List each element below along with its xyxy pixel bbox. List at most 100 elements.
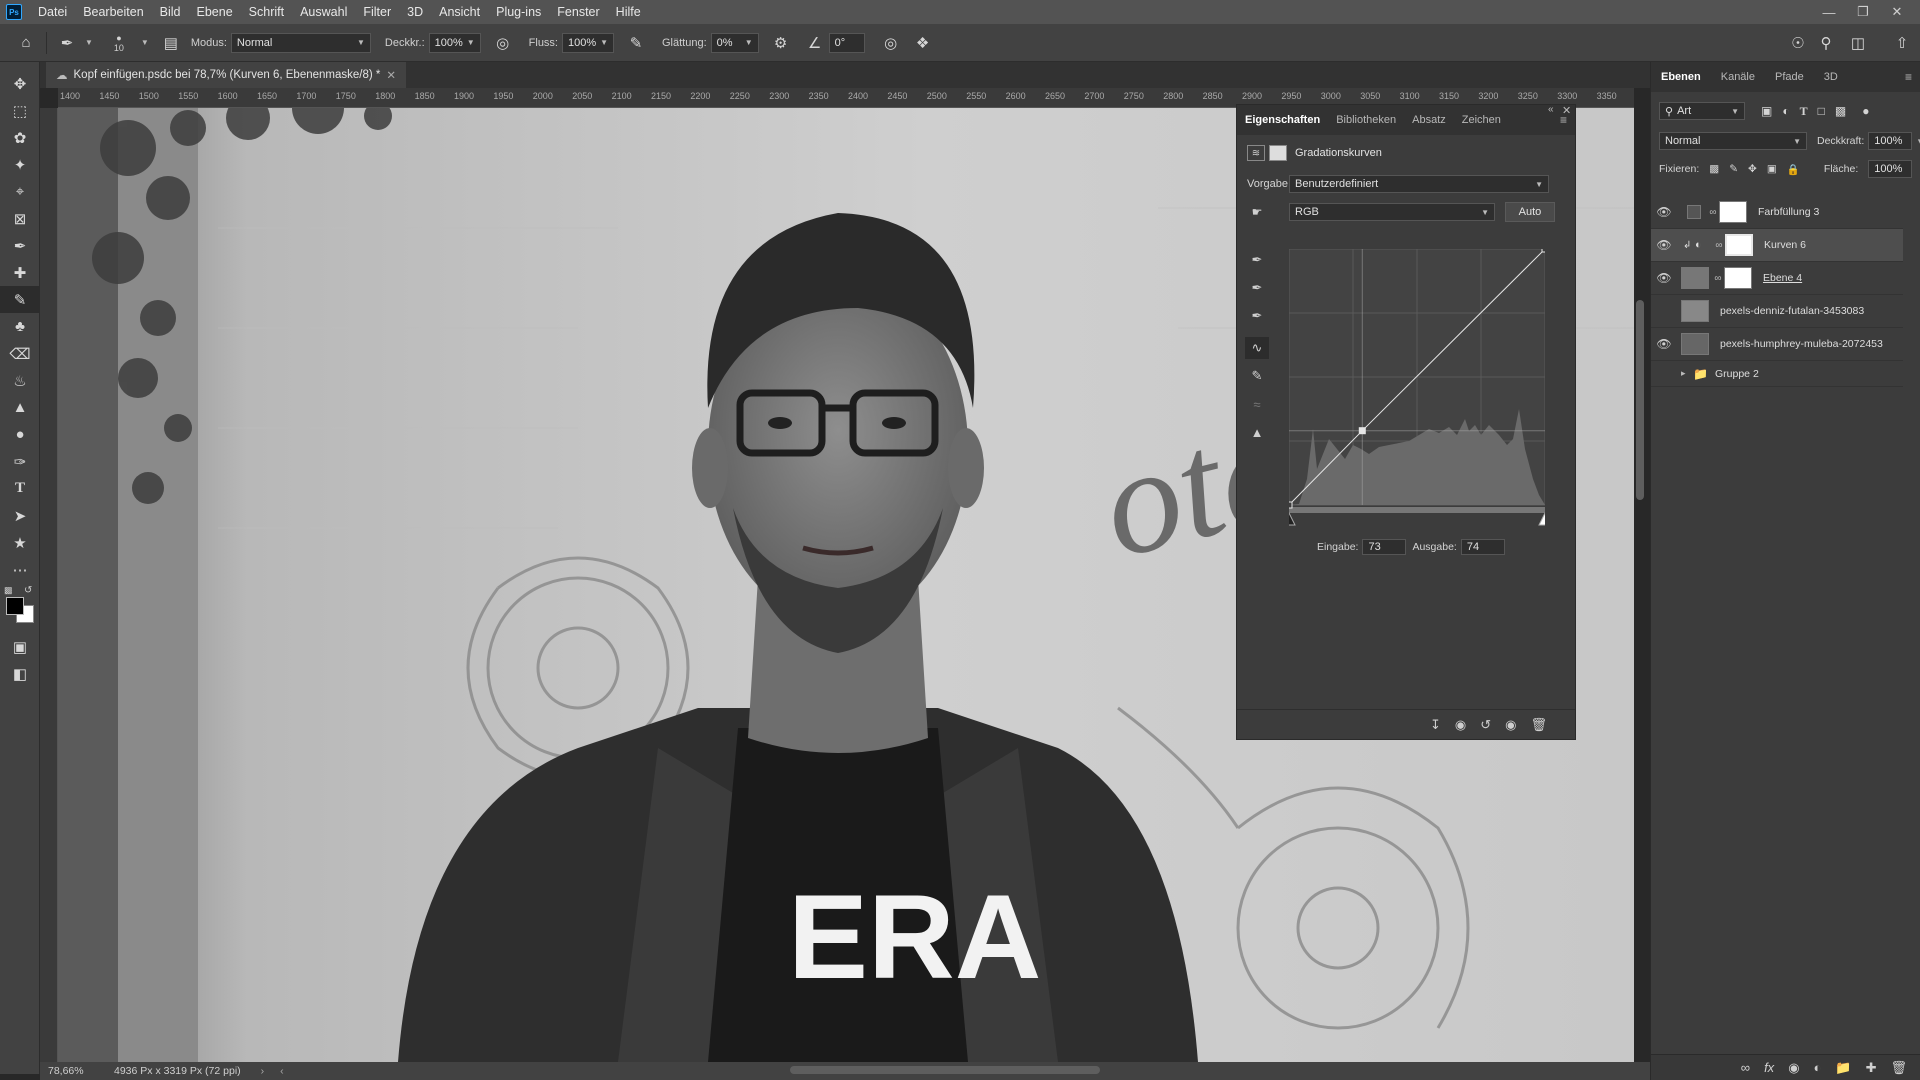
blend-mode-select[interactable]: Normal ▼ xyxy=(1659,132,1807,150)
pen-tool-icon[interactable]: ✑ xyxy=(0,448,40,475)
chevron-down-icon[interactable]: ▼ xyxy=(1916,137,1920,146)
glaettung-input[interactable]: 0% ▼ xyxy=(710,32,759,53)
auto-button[interactable]: Auto xyxy=(1505,202,1555,222)
eye-icon[interactable]: 👁 xyxy=(1651,271,1677,285)
airbrush-icon[interactable]: ✎ xyxy=(622,29,650,57)
panel-menu-icon[interactable]: ≡ xyxy=(1905,70,1912,84)
smoothing-gear-icon[interactable]: ⚙ xyxy=(767,29,795,57)
angle-input[interactable]: 0° xyxy=(828,32,865,53)
curve-point-tool-icon[interactable]: ∿ xyxy=(1245,337,1269,359)
deckkraft-input[interactable]: 100% ▼ xyxy=(428,32,481,53)
lock-all-icon[interactable]: 🔒 xyxy=(1787,163,1800,176)
modus-select[interactable]: Normal ▼ xyxy=(230,32,371,53)
layer-row[interactable]: 👁 pexels-denniz-futalan-3453083 xyxy=(1651,295,1903,328)
blur-tool-icon[interactable]: ▲ xyxy=(0,394,40,421)
menu-ebene[interactable]: Ebene xyxy=(189,0,241,24)
path-selection-tool-icon[interactable]: ➤ xyxy=(0,502,40,529)
document-tab[interactable]: ☁ Kopf einfügen.psdc bei 78,7% (Kurven 6… xyxy=(46,62,406,88)
more-tools-icon[interactable]: ⋯ xyxy=(0,556,40,583)
lasso-tool-icon[interactable]: ✿ xyxy=(0,124,40,151)
dodge-tool-icon[interactable]: ● xyxy=(0,421,40,448)
close-window-icon[interactable]: ✕ xyxy=(1880,0,1914,24)
menu-hilfe[interactable]: Hilfe xyxy=(608,0,649,24)
link-layers-icon[interactable]: ∞ xyxy=(1741,1060,1750,1075)
layer-opacity-input[interactable]: 100% xyxy=(1868,132,1913,150)
target-adjust-icon[interactable]: ☛ xyxy=(1245,201,1269,223)
filter-adjustment-icon[interactable]: ◐ xyxy=(1782,104,1789,118)
delete-icon[interactable]: 🗑 xyxy=(1530,717,1547,733)
vertical-scrollbar[interactable] xyxy=(1636,300,1644,500)
restore-icon[interactable]: ❐ xyxy=(1846,0,1880,24)
search-icon[interactable]: ⚲ xyxy=(1812,29,1840,57)
eye-icon[interactable]: 👁 xyxy=(1651,205,1677,219)
lock-transparency-icon[interactable]: ▩ xyxy=(1709,163,1719,175)
swap-colors-icon[interactable]: ↺ xyxy=(24,585,32,596)
workspace-icon[interactable]: ◫ xyxy=(1844,29,1872,57)
tab-kanaele[interactable]: Kanäle xyxy=(1711,71,1765,83)
learn-icon[interactable]: ☉ xyxy=(1784,29,1812,57)
link-icon[interactable]: ∞ xyxy=(1712,273,1724,284)
menu-bearbeiten[interactable]: Bearbeiten xyxy=(75,0,151,24)
foreground-color-swatch[interactable] xyxy=(6,597,24,615)
vorgabe-select[interactable]: Benutzerdefiniert ▼ xyxy=(1289,175,1549,193)
lock-position-icon[interactable]: ✥ xyxy=(1748,163,1757,175)
layer-row[interactable]: 👁 ▸ 📁 Gruppe 2 xyxy=(1651,361,1903,387)
layer-row[interactable]: 👁 pexels-humphrey-muleba-2072453 xyxy=(1651,328,1903,361)
fx-icon[interactable]: fx xyxy=(1764,1060,1774,1075)
chevron-down-icon[interactable]: ▼ xyxy=(141,38,149,47)
clipping-warning-icon[interactable]: ▲ xyxy=(1245,421,1269,443)
lock-artboard-icon[interactable]: ▣ xyxy=(1767,163,1777,175)
layer-row[interactable]: 👁 ∞ Farbfüllung 3 xyxy=(1651,196,1903,229)
tab-3d[interactable]: 3D xyxy=(1814,71,1848,83)
brush-settings-icon[interactable]: ▤ xyxy=(157,29,185,57)
channel-select[interactable]: RGB ▼ xyxy=(1289,203,1495,221)
marquee-tool-icon[interactable]: ⬚ xyxy=(0,97,40,124)
lock-pixels-icon[interactable]: ✎ xyxy=(1729,163,1738,175)
quick-mask-icon[interactable]: ▣ xyxy=(0,633,40,660)
white-point-slider[interactable] xyxy=(1538,511,1545,526)
stamp-tool-icon[interactable]: ♣ xyxy=(0,313,40,340)
crop-tool-icon[interactable]: ⌖ xyxy=(0,178,40,205)
move-tool-icon[interactable]: ✥ xyxy=(0,70,40,97)
delete-layer-icon[interactable]: 🗑 xyxy=(1890,1060,1907,1076)
default-colors-icon[interactable]: ▩ xyxy=(4,585,13,596)
filter-pixel-icon[interactable]: ▣ xyxy=(1761,104,1772,118)
tab-ebenen[interactable]: Ebenen xyxy=(1651,71,1711,83)
menu-schrift[interactable]: Schrift xyxy=(241,0,292,24)
layer-filter-select[interactable]: ⚲ Art ▼ xyxy=(1659,102,1745,120)
photoshop-logo-icon[interactable]: Ps xyxy=(6,4,22,20)
clip-to-layer-icon[interactable]: ↧ xyxy=(1430,717,1441,733)
menu-bild[interactable]: Bild xyxy=(152,0,189,24)
layer-mask-thumbnail[interactable] xyxy=(1725,234,1753,256)
horizontal-scrollbar[interactable] xyxy=(790,1066,1100,1074)
curve-point-midtone[interactable] xyxy=(1358,427,1366,435)
filter-toggle-icon[interactable]: ● xyxy=(1862,104,1869,118)
chevron-down-icon[interactable]: ▼ xyxy=(85,38,93,47)
tab-zeichen[interactable]: Zeichen xyxy=(1454,114,1509,126)
new-adjustment-icon[interactable]: ◐ xyxy=(1814,1060,1822,1075)
close-tab-icon[interactable]: ✕ xyxy=(386,68,396,82)
chevron-right-icon[interactable]: ▸ xyxy=(1681,368,1693,379)
menu-ansicht[interactable]: Ansicht xyxy=(431,0,488,24)
tab-pfade[interactable]: Pfade xyxy=(1765,71,1814,83)
chevron-right-icon[interactable]: › xyxy=(261,1065,265,1077)
curve-point-black[interactable] xyxy=(1289,501,1293,509)
curves-adjustment-icon[interactable]: ≋ xyxy=(1247,145,1265,161)
new-layer-icon[interactable]: ✚ xyxy=(1866,1060,1877,1076)
brush-tool-icon[interactable]: ✎ xyxy=(0,286,40,313)
new-group-icon[interactable]: 📁 xyxy=(1835,1060,1851,1076)
close-panel-icon[interactable]: ✕ xyxy=(1562,104,1571,117)
chevron-left-icon[interactable]: ‹ xyxy=(280,1065,284,1077)
pressure-opacity-icon[interactable]: ◎ xyxy=(489,29,517,57)
layer-row[interactable]: 👁 ∞ Ebene 4 xyxy=(1651,262,1903,295)
home-icon[interactable]: ⌂ xyxy=(12,29,40,57)
menu-datei[interactable]: Datei xyxy=(30,0,75,24)
black-point-slider[interactable] xyxy=(1289,511,1296,526)
eyedropper-tool-icon[interactable]: ✒ xyxy=(0,232,40,259)
menu-filter[interactable]: Filter xyxy=(355,0,399,24)
curve-point-white[interactable] xyxy=(1541,249,1545,253)
menu-auswahl[interactable]: Auswahl xyxy=(292,0,355,24)
tab-eigenschaften[interactable]: Eigenschaften xyxy=(1237,114,1328,126)
filter-smart-object-icon[interactable]: ▩ xyxy=(1835,104,1846,118)
brush-preset-icon[interactable]: ✒ xyxy=(53,29,81,57)
